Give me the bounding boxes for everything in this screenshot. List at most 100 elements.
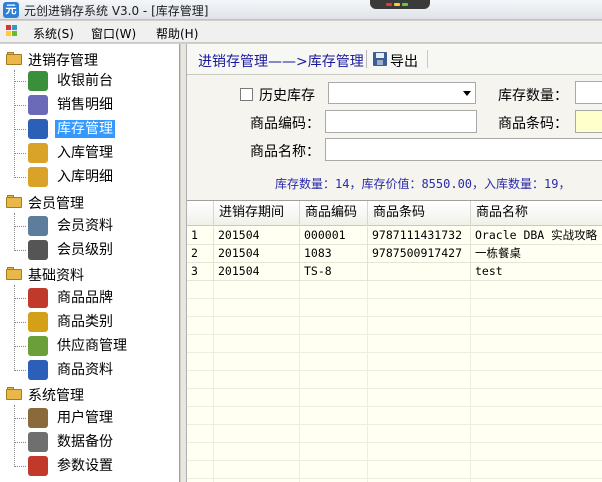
- stock-management-panel: 进销存管理——>库存管理 导出 历史库存 库存数量： 商品编码： 商品条码： 商…: [187, 44, 602, 482]
- database-icon: [28, 432, 48, 452]
- sidebar-item-settings[interactable]: 参数设置: [14, 454, 179, 478]
- column-header-barcode[interactable]: 商品条码: [368, 201, 471, 226]
- product-name-input[interactable]: [325, 138, 602, 161]
- column-header-rownum[interactable]: [187, 201, 214, 226]
- row-number: 3: [187, 263, 214, 281]
- row-number: 1: [187, 227, 214, 245]
- sidebar-item-member-level[interactable]: 会员级别: [14, 238, 179, 262]
- sidebar-item-label: 数据备份: [57, 434, 113, 450]
- column-header-name[interactable]: 商品名称: [471, 201, 602, 226]
- folder-open-icon: [6, 52, 22, 65]
- period-cell: 201504: [214, 245, 300, 263]
- grid-header: 进销存期间 商品编码 商品条码 商品名称: [187, 201, 602, 226]
- name-cell: Oracle DBA 实战攻略: [475, 228, 598, 242]
- checklist-icon: [28, 95, 48, 115]
- product-code-input[interactable]: [325, 110, 477, 133]
- app-icon: 元: [3, 2, 19, 18]
- folder-open-icon: [6, 267, 22, 280]
- column-header-code[interactable]: 商品编码: [300, 201, 368, 226]
- menu-help[interactable]: 帮助(H): [156, 25, 198, 42]
- sidebar-item-cashier[interactable]: 收银前台: [14, 69, 179, 93]
- history-stock-label: 历史库存: [259, 88, 315, 104]
- table-row[interactable]: 2 201504 1083 9787500917427 一栋餐桌: [187, 245, 602, 263]
- folder-open-icon: [6, 387, 22, 400]
- supplier-icon: [28, 336, 48, 356]
- export-label: 导出: [390, 54, 418, 70]
- folder-open-icon: [6, 195, 22, 208]
- sidebar-item-member-info[interactable]: 会员资料: [14, 214, 179, 238]
- tree-group-label: 会员管理: [28, 196, 84, 212]
- sidebar-item-sales-detail[interactable]: 销售明细: [14, 93, 179, 117]
- pencils-icon: [28, 312, 48, 332]
- code-cell: TS-8: [300, 263, 368, 281]
- stock-grid[interactable]: 进销存期间 商品编码 商品条码 商品名称 1 201504 000001 978…: [187, 200, 602, 482]
- sidebar-item-label: 商品资料: [57, 362, 113, 378]
- name-cell: 一栋餐桌: [475, 246, 521, 260]
- package-detail-icon: [28, 167, 48, 187]
- column-header-period[interactable]: 进销存期间: [214, 201, 300, 226]
- export-button[interactable]: 导出: [372, 49, 430, 70]
- product-name-label: 商品名称：: [250, 144, 320, 160]
- code-cell: 1083: [300, 245, 368, 263]
- mdi-window-icon[interactable]: [6, 25, 19, 38]
- sidebar-item-stock-in-detail[interactable]: 入库明细: [14, 165, 179, 189]
- sidebar-item-stock-in[interactable]: 入库管理: [14, 141, 179, 165]
- tree-group-label: 系统管理: [28, 388, 84, 404]
- sidebar-item-label: 用户管理: [57, 410, 113, 426]
- barcode-cell: 9787111431732: [368, 227, 471, 245]
- tree-group-label: 进销存管理: [28, 53, 98, 69]
- capture-widget[interactable]: [370, 0, 430, 9]
- sidebar-item-label: 入库管理: [57, 145, 113, 161]
- tree-group-label: 基础资料: [28, 268, 84, 284]
- menu-system[interactable]: 系统(S): [33, 25, 74, 42]
- title-bar[interactable]: 元 元创进销存系统 V3.0 - [库存管理]: [0, 0, 602, 20]
- barcode-cell: 9787500917427: [368, 245, 471, 263]
- stock-qty-label: 库存数量：: [498, 88, 568, 104]
- sidebar-item-label: 商品品牌: [57, 290, 113, 306]
- period-cell: 201504: [214, 227, 300, 245]
- sidebar-item-label: 会员级别: [57, 242, 113, 258]
- sidebar-item-goods[interactable]: 商品资料: [14, 358, 179, 382]
- sidebar-item-users[interactable]: 用户管理: [14, 406, 179, 430]
- sidebar-item-label: 入库明细: [57, 169, 113, 185]
- stock-qty-input[interactable]: [575, 81, 602, 104]
- period-cell: 201504: [214, 263, 300, 281]
- row-number: 2: [187, 245, 214, 263]
- goods-icon: [28, 360, 48, 380]
- sidebar-item-label: 销售明细: [57, 97, 113, 113]
- sidebar-item-brand[interactable]: 商品品牌: [14, 286, 179, 310]
- user-icon: [28, 408, 48, 428]
- cart-icon: [28, 71, 48, 91]
- box-b-icon: [28, 119, 48, 139]
- member-card-icon: [28, 216, 48, 236]
- history-stock-checkbox[interactable]: [240, 88, 253, 101]
- toolbar-separator: [427, 50, 428, 68]
- member-level-icon: [28, 240, 48, 260]
- filter-panel: 历史库存 库存数量： 商品编码： 商品条码： 商品名称： 库存数量：14，库存价…: [187, 76, 602, 198]
- table-row[interactable]: 3 201504 TS-8 test: [187, 263, 602, 281]
- tree-group-members[interactable]: 会员管理: [4, 191, 174, 213]
- breadcrumb: 进销存管理——>库存管理: [198, 54, 364, 70]
- barcode-input[interactable]: [575, 110, 602, 133]
- table-row[interactable]: 1 201504 000001 9787111431732 Oracle DBA…: [187, 227, 602, 245]
- toolbar-separator: [366, 50, 367, 68]
- barcode-label: 商品条码：: [498, 116, 568, 132]
- name-cell: test: [475, 264, 503, 278]
- letter-a-icon: [28, 456, 48, 476]
- sidebar-item-backup[interactable]: 数据备份: [14, 430, 179, 454]
- product-code-label: 商品编码：: [250, 116, 320, 132]
- menu-window[interactable]: 窗口(W): [91, 25, 136, 42]
- sidebar-item-stock-management[interactable]: 库存管理: [14, 117, 179, 141]
- sidebar-item-supplier[interactable]: 供应商管理: [14, 334, 179, 358]
- sidebar-item-label: 库存管理: [55, 120, 115, 138]
- tree-group-inventory[interactable]: 进销存管理: [4, 48, 174, 70]
- history-period-select[interactable]: [328, 82, 476, 104]
- brand-icon: [28, 288, 48, 308]
- sidebar-item-category[interactable]: 商品类别: [14, 310, 179, 334]
- tree-group-base-data[interactable]: 基础资料: [4, 263, 174, 285]
- sidebar-item-label: 收银前台: [57, 73, 113, 89]
- menu-bar: 系统(S) 窗口(W) 帮助(H): [0, 21, 602, 43]
- save-disk-icon: [373, 52, 387, 66]
- sidebar-item-label: 供应商管理: [57, 338, 127, 354]
- tree-group-system[interactable]: 系统管理: [4, 383, 174, 405]
